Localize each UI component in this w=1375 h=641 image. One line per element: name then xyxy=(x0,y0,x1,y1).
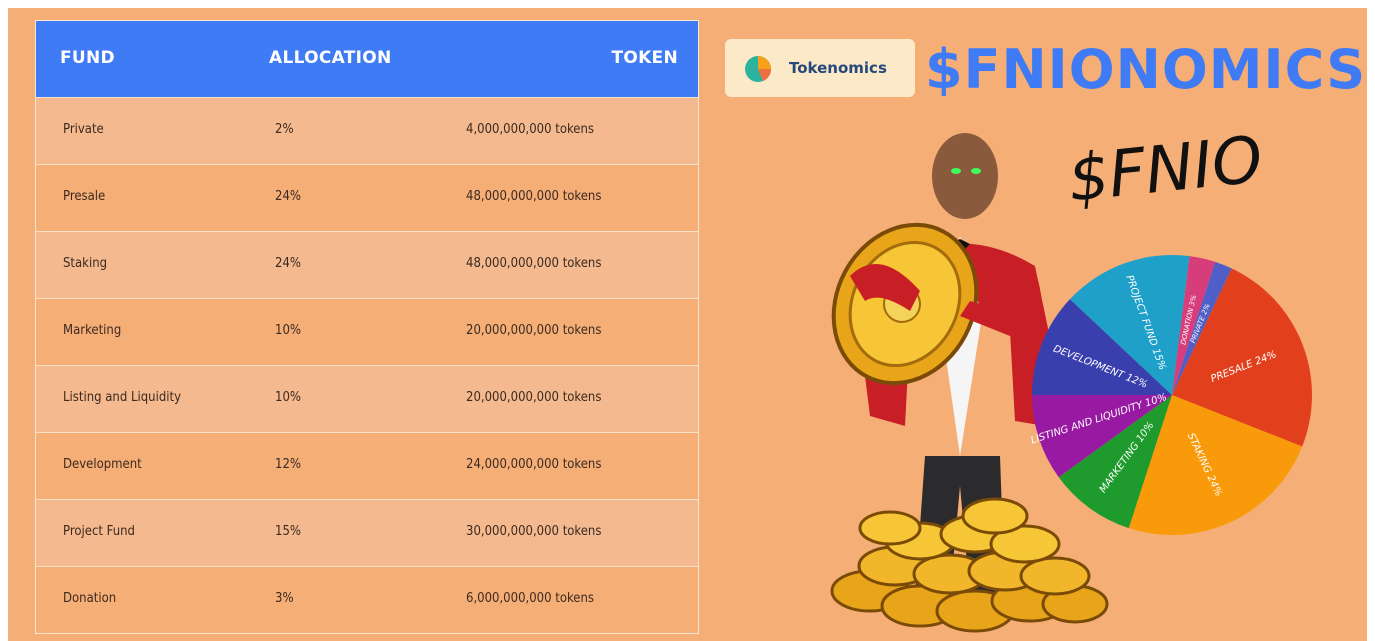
badge-label: Tokenomics xyxy=(789,59,887,77)
mascot-eye xyxy=(971,168,981,174)
header-token: TOKEN xyxy=(611,48,678,68)
table-row: Project Fund 15% 30,000,000,000 tokens xyxy=(36,499,698,566)
mascot-eye xyxy=(951,168,961,174)
table-row: Development 12% 24,000,000,000 tokens xyxy=(36,432,698,499)
cell-fund: Presale xyxy=(63,189,106,204)
cell-fund: Listing and Liquidity xyxy=(63,390,181,405)
cell-token: 30,000,000,000 tokens xyxy=(466,524,602,539)
cell-token: 48,000,000,000 tokens xyxy=(466,189,602,204)
cell-token: 48,000,000,000 tokens xyxy=(466,256,602,271)
cell-allocation: 12% xyxy=(275,457,301,472)
cell-token: 4,000,000,000 tokens xyxy=(466,122,595,137)
table-header: FUND ALLOCATION TOKEN xyxy=(36,21,698,97)
tokenomics-badge[interactable]: Tokenomics xyxy=(725,39,915,97)
cell-fund: Project Fund xyxy=(63,524,135,539)
cell-allocation: 10% xyxy=(275,390,301,405)
header-allocation: ALLOCATION xyxy=(269,48,392,68)
cell-fund: Marketing xyxy=(63,323,122,338)
allocation-pie-chart: PRESALE 24%STAKING 24%MARKETING 10%LISTI… xyxy=(1029,255,1312,535)
table-row: Marketing 10% 20,000,000,000 tokens xyxy=(36,298,698,365)
cell-fund: Donation xyxy=(63,591,117,606)
cell-token: 24,000,000,000 tokens xyxy=(466,457,602,472)
cell-allocation: 3% xyxy=(275,591,294,606)
cell-allocation: 24% xyxy=(275,189,301,204)
cell-allocation: 15% xyxy=(275,524,301,539)
allocation-table: FUND ALLOCATION TOKEN Private 2% 4,000,0… xyxy=(35,20,699,634)
mascot-head xyxy=(932,133,998,219)
cell-token: 20,000,000,000 tokens xyxy=(466,390,602,405)
cell-allocation: 24% xyxy=(275,256,301,271)
tokenomics-banner: FUND ALLOCATION TOKEN Private 2% 4,000,0… xyxy=(8,8,1367,641)
page-title: $FNIONOMICS xyxy=(925,38,1367,101)
cell-allocation: 10% xyxy=(275,323,301,338)
table-row: Staking 24% 48,000,000,000 tokens xyxy=(36,231,698,298)
pie-chart-icon xyxy=(745,56,771,82)
table-row: Presale 24% 48,000,000,000 tokens xyxy=(36,164,698,231)
cell-token: 6,000,000,000 tokens xyxy=(466,591,595,606)
cell-token: 20,000,000,000 tokens xyxy=(466,323,602,338)
table-row: Private 2% 4,000,000,000 tokens xyxy=(36,97,698,164)
cell-fund: Private xyxy=(63,122,104,137)
cell-fund: Staking xyxy=(63,256,108,271)
table-row: Listing and Liquidity 10% 20,000,000,000… xyxy=(36,365,698,432)
table-row: Donation 3% 6,000,000,000 tokens xyxy=(36,566,698,633)
cell-allocation: 2% xyxy=(275,122,294,137)
cell-fund: Development xyxy=(63,457,142,472)
header-fund: FUND xyxy=(60,48,115,68)
